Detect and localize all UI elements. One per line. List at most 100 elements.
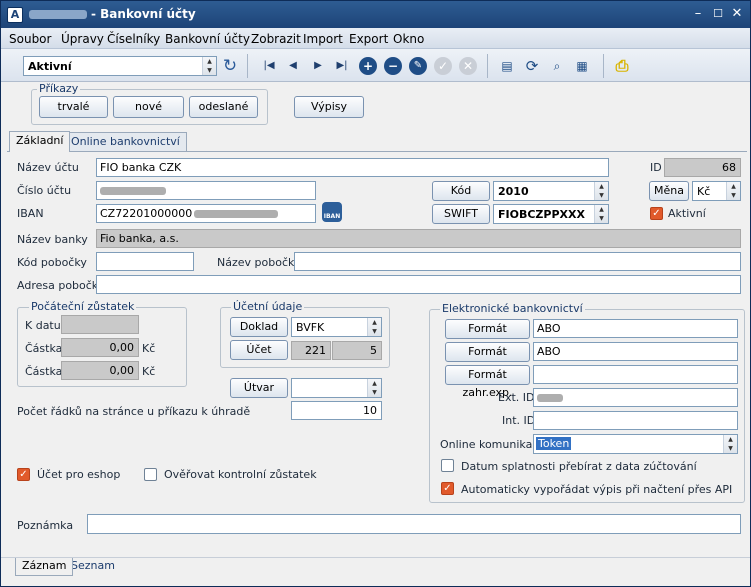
automaticky-label: Automaticky vypořádat výpis při načtení … [461,483,733,496]
format-importu-button[interactable]: Formát importu [445,319,530,353]
aktivni-checkbox[interactable]: ✓ [650,207,663,220]
vypisy-button[interactable]: Výpisy [294,96,364,118]
utvar-select[interactable]: ▲ ▼ [291,378,382,398]
spinner-icon[interactable]: ▲ ▼ [594,205,608,223]
int-id-field[interactable] [533,411,738,430]
toolbar-separator [603,54,604,78]
online-komunikace-select[interactable]: Token ▲ ▼ [533,434,738,454]
iban-value: CZ72201000000 [100,207,193,220]
menu-bankovni-ucty[interactable]: Bankovní účty [165,32,250,46]
trvale-button[interactable]: trvalé [39,96,108,118]
format-exportu-button[interactable]: Formát exportu [445,342,530,376]
ucetni-label: Účetní údaje [231,300,305,313]
title-bar: A - Bankovní účty – ☐ ✕ [1,1,750,28]
overovat-checkbox[interactable] [144,468,157,481]
kod-pobocky-field[interactable] [96,252,194,271]
redacted-company-name [29,10,87,19]
iban-validate-icon[interactable]: IBAN [322,202,342,222]
eshop-label: Účet pro eshop [37,468,121,481]
maximize-icon[interactable]: ☐ [709,5,727,23]
nazev-banky-label: Název banky [17,233,88,246]
spinner-icon[interactable]: ▲ ▼ [594,182,608,200]
menu-export[interactable]: Export [349,32,388,46]
adresa-pobocky-label: Adresa pobočky [17,279,105,292]
spinner-icon[interactable]: ▲ ▼ [723,435,737,453]
castka1-currency: Kč [142,342,156,355]
iban-field[interactable]: CZ72201000000 [96,204,316,223]
doklad-value: BVFK [296,321,325,334]
format-importu-field[interactable]: ABO [533,319,738,338]
main-window: A - Bankovní účty – ☐ ✕ Soubor Úpravy Čí… [0,0,751,587]
format-zahr-field[interactable] [533,365,738,384]
spinner-icon[interactable]: ▲ ▼ [367,318,381,336]
mena-select[interactable]: Kč ▲ ▼ [692,181,741,201]
first-record-icon[interactable]: |◀ [260,57,278,75]
tab-zakladni[interactable]: Základní [9,131,71,152]
tab-online-bankovnictvi[interactable]: Online bankovnictví [64,132,187,152]
close-icon[interactable]: ✕ [728,5,746,23]
spinner-icon[interactable]: ▲ ▼ [726,182,740,200]
menu-import[interactable]: Import [303,32,343,46]
nazev-uctu-field[interactable]: FIO banka CZK [96,158,609,177]
tab-zaznam[interactable]: Záznam [15,558,74,576]
nove-button[interactable]: nové [113,96,184,118]
odeslane-button[interactable]: odeslané [189,96,258,118]
swift-select[interactable]: FIOBCZPPXXX ▲ ▼ [493,204,609,224]
sync-icon[interactable]: ⟳ [523,57,541,75]
mena-value: Kč [697,185,711,198]
spinner-icon[interactable]: ▲ ▼ [367,379,381,397]
remove-icon[interactable]: − [384,57,402,75]
doklad-button[interactable]: Doklad [230,317,288,337]
menu-okno[interactable]: Okno [393,32,424,46]
refresh-icon[interactable]: ↻ [221,57,239,75]
find-icon[interactable]: ⌕ [548,57,566,75]
automaticky-checkbox[interactable]: ✓ [441,482,454,495]
datum-splatnosti-checkbox[interactable] [441,459,454,472]
pocet-radku-label: Počet řádků na stránce u příkazu k úhrad… [17,405,251,418]
spinner-icon[interactable]: ▲ ▼ [202,57,216,75]
eshop-checkbox[interactable]: ✓ [17,468,30,481]
window-title: - Bankovní účty [91,7,196,21]
castka1-label: Částka [25,342,63,355]
doklad-select[interactable]: BVFK ▲ ▼ [291,317,382,337]
ext-id-field[interactable] [533,388,738,407]
filter-select[interactable]: Aktivní ▲ ▼ [23,56,217,76]
tab-divider [7,151,747,152]
last-record-icon[interactable]: ▶| [333,57,351,75]
adresa-pobocky-field[interactable] [96,275,741,294]
report-icon[interactable]: ▤ [498,57,516,75]
kod-banky-select[interactable]: 2010 ▲ ▼ [493,181,609,201]
utvar-button[interactable]: Útvar [230,378,288,398]
swift-button[interactable]: SWIFT [432,204,490,224]
poznamka-field[interactable] [87,514,741,534]
next-record-icon[interactable]: ▶ [309,57,327,75]
menu-ciselniky[interactable]: Číselníky [107,32,160,46]
pocet-radku-field[interactable]: 10 [291,401,382,420]
mena-button[interactable]: Měna [649,181,689,201]
id-label: ID [650,161,662,174]
kod-banky-button[interactable]: Kód banky [432,181,490,215]
export-icon[interactable]: ⎙ [613,57,631,75]
pocatecni-label: Počáteční zůstatek [29,300,137,313]
menu-zobrazit[interactable]: Zobrazit [251,32,301,46]
castka2-label: Částka [25,365,63,378]
overovat-label: Ověřovat kontrolní zůstatek [164,468,317,481]
swift-value: FIOBCZPPXXX [498,208,585,221]
ext-id-label: Ext. ID [498,391,535,404]
menu-soubor[interactable]: Soubor [9,32,51,46]
poznamka-label: Poznámka [17,519,74,532]
menu-upravy[interactable]: Úpravy [61,32,104,46]
ucet-button[interactable]: Účet [230,340,288,360]
edit-icon[interactable]: ✎ [409,57,427,75]
minimize-icon[interactable]: – [689,5,707,23]
kod-banky-value: 2010 [498,185,529,198]
filter-grid-icon[interactable]: ▦ [573,57,591,75]
cislo-uctu-field[interactable] [96,181,316,200]
format-zahr-button[interactable]: Formát zahr.exp. [445,365,530,399]
add-icon[interactable]: + [359,57,377,75]
nazev-pobocky-field[interactable] [294,252,741,271]
castka1-field: 0,00 [61,338,139,357]
format-exportu-field[interactable]: ABO [533,342,738,361]
toolbar-separator [487,54,488,78]
previous-record-icon[interactable]: ◀ [284,57,302,75]
